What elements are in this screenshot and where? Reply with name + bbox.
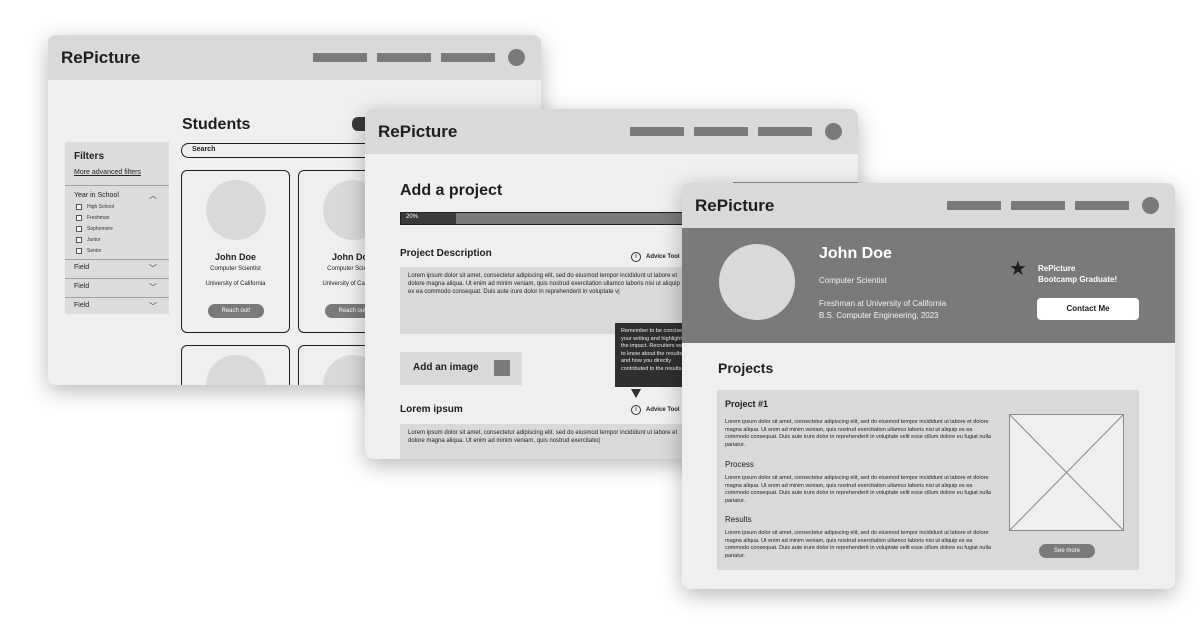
profile-degree: B.S. Computer Engineering, 2023	[819, 311, 939, 320]
project-description-heading: Project Description	[400, 248, 492, 259]
add-image-label: Add an image	[413, 362, 479, 373]
student-role: Computer Scientist	[210, 266, 261, 272]
lorem-ipsum-heading: Lorem ipsum	[400, 404, 463, 415]
chevron-up-icon[interactable]: ︿	[149, 190, 157, 201]
filters-panel: Filters More advanced filters Year in Sc…	[65, 142, 169, 314]
projects-heading: Projects	[718, 360, 774, 376]
checkbox-label: Senior	[87, 248, 102, 254]
divider	[65, 278, 169, 279]
progress-bar: 20%	[400, 212, 700, 225]
checkbox-freshman[interactable]	[76, 215, 82, 221]
avatar	[206, 355, 266, 385]
star-icon: ★	[1009, 258, 1027, 280]
badge-subtitle: Bootcamp Graduate!	[1038, 275, 1118, 284]
header: RePicture	[48, 35, 541, 80]
nav-link-3[interactable]	[441, 53, 495, 62]
nav-link-2[interactable]	[694, 127, 748, 136]
advice-tool-link[interactable]: Advice Tool	[646, 254, 680, 260]
profile-role: Computer Scientist	[819, 276, 887, 285]
profile-avatar	[719, 244, 795, 320]
avatar[interactable]	[825, 123, 842, 140]
page-title: Add a project	[400, 182, 503, 199]
chevron-down-icon[interactable]: ﹀	[149, 263, 157, 274]
process-text: Lorem ipsum dolor sit amet, consectetur …	[725, 475, 991, 504]
progress-label: 20%	[406, 214, 419, 220]
project-title: Project #1	[725, 399, 769, 409]
info-icon[interactable]: i	[631, 252, 641, 262]
divider	[65, 185, 169, 186]
nav-link-1[interactable]	[313, 53, 367, 62]
logo[interactable]: RePicture	[695, 196, 774, 216]
see-more-button[interactable]: See more	[1039, 544, 1095, 558]
results-text: Lorem ipsum dolor sit amet, consectetur …	[725, 530, 991, 559]
filters-title: Filters	[74, 151, 105, 162]
add-image-button[interactable]: Add an image	[400, 352, 522, 385]
checkbox-senior[interactable]	[76, 248, 82, 254]
image-placeholder-icon	[1009, 414, 1124, 531]
info-icon[interactable]: i	[631, 405, 641, 415]
checkbox-label: Junior	[87, 237, 101, 243]
checkbox-label: Sophomore	[87, 226, 113, 232]
image-icon	[494, 360, 510, 376]
advice-tool-link[interactable]: Advice Tool	[646, 407, 680, 413]
tooltip-arrow-icon	[631, 389, 641, 398]
student-school: University of California	[205, 281, 266, 287]
project-card: Project #1 Lorem ipsum dolor sit amet, c…	[717, 390, 1139, 570]
results-heading: Results	[725, 515, 752, 524]
badge-title: RePicture	[1038, 264, 1076, 273]
chevron-down-icon[interactable]: ﹀	[149, 301, 157, 312]
checkbox-high-school[interactable]	[76, 204, 82, 210]
nav-link-1[interactable]	[947, 201, 1001, 210]
field-filter-3[interactable]: Field	[74, 302, 89, 309]
placeholder-cross	[1009, 414, 1124, 531]
avatar[interactable]	[1142, 197, 1159, 214]
student-card[interactable]: John Doe Computer Scientist University o…	[181, 170, 290, 333]
profile-banner: John Doe Computer Scientist Freshman at …	[682, 228, 1175, 343]
profile-education: Freshman at University of California	[819, 299, 947, 308]
contact-me-button[interactable]: Contact Me	[1037, 298, 1139, 320]
logo[interactable]: RePicture	[378, 122, 457, 142]
checkbox-label: Freshman	[87, 215, 110, 221]
search-label: Search	[192, 146, 216, 153]
reach-out-button[interactable]: Reach out!	[208, 304, 264, 318]
avatar[interactable]	[508, 49, 525, 66]
header: RePicture	[682, 183, 1175, 228]
nav-link-2[interactable]	[377, 53, 431, 62]
lorem-ipsum-textarea[interactable]: Lorem ipsum dolor sit amet, consectetur …	[400, 424, 690, 459]
profile-name: John Doe	[819, 245, 892, 262]
process-heading: Process	[725, 460, 754, 469]
nav-link-1[interactable]	[630, 127, 684, 136]
page-title: Students	[182, 116, 251, 133]
student-card[interactable]	[181, 345, 290, 385]
nav-link-3[interactable]	[1075, 201, 1129, 210]
field-filter-2[interactable]: Field	[74, 283, 89, 290]
nav-link-3[interactable]	[758, 127, 812, 136]
checkbox-label: High School	[87, 204, 114, 210]
year-in-school-label[interactable]: Year in School	[74, 192, 119, 199]
checkbox-sophomore[interactable]	[76, 226, 82, 232]
divider	[65, 297, 169, 298]
chevron-down-icon[interactable]: ﹀	[149, 282, 157, 293]
divider	[65, 259, 169, 260]
student-name: John Doe	[214, 252, 256, 262]
profile-window: RePicture John Doe Computer Scientist Fr…	[682, 183, 1175, 589]
nav-link-2[interactable]	[1011, 201, 1065, 210]
project-intro: Lorem ipsum dolor sit amet, consectetur …	[725, 419, 991, 448]
header: RePicture	[365, 109, 858, 154]
avatar	[206, 180, 266, 240]
checkbox-junior[interactable]	[76, 237, 82, 243]
logo[interactable]: RePicture	[61, 48, 140, 68]
field-filter-1[interactable]: Field	[74, 264, 89, 271]
more-advanced-filters-link[interactable]: More advanced filters	[74, 169, 141, 176]
